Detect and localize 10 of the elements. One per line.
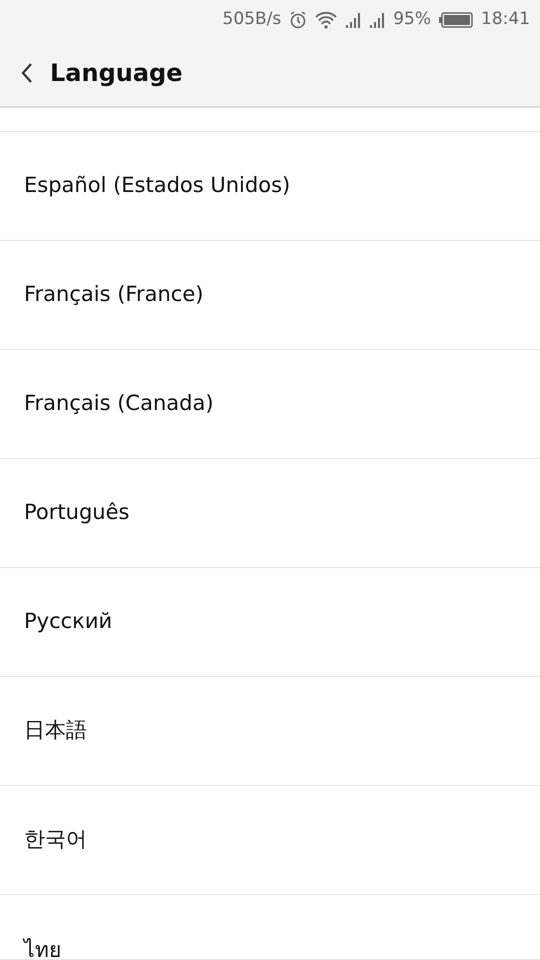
signal-icon <box>369 11 386 29</box>
clock-time: 18:41 <box>481 8 530 32</box>
battery-icon <box>439 12 473 28</box>
back-icon <box>20 61 34 85</box>
page-title: Language <box>50 58 182 89</box>
signal-icon <box>345 11 362 29</box>
wifi-icon <box>315 11 338 29</box>
battery-percent: 95% <box>393 8 431 32</box>
alarm-icon <box>289 11 308 29</box>
network-speed: 505B/s <box>222 8 282 32</box>
